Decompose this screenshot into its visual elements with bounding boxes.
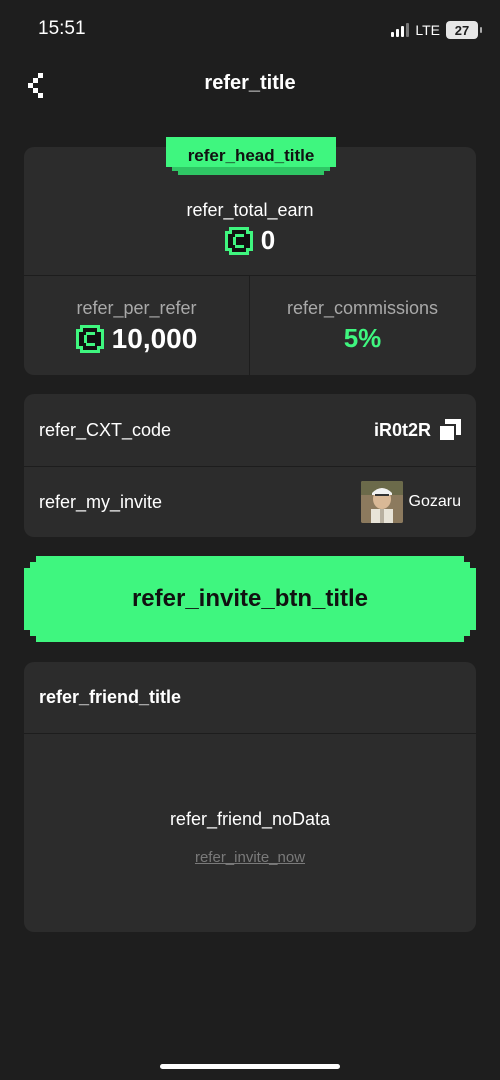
network-type: LTE [415,22,440,38]
copy-icon[interactable] [439,419,461,441]
code-value: iR0t2R [373,419,431,440]
status-bar: 15:51 LTE 27 [0,0,500,60]
earnings-card: refer_head_title refer_total_earn 0 refe… [24,137,476,375]
head-title: refer_head_title [187,146,315,165]
total-earn-label: refer_total_earn [186,200,314,220]
commissions-value: 5% [343,323,382,353]
inviter: Gozaru [360,481,461,523]
per-refer-label: refer_per_refer [76,298,197,318]
status-time: 15:51 [38,18,86,39]
status-indicators: LTE 27 [391,20,482,40]
divider [24,733,476,734]
battery-level: 27 [454,22,470,38]
invite-button[interactable]: refer_invite_btn_title [24,556,476,642]
my-invite-label: refer_my_invite [39,491,163,512]
coin-icon [224,226,253,255]
my-invite-row: refer_my_invite Gozaru [24,466,476,538]
friends-title: refer_friend_title [39,687,182,707]
code-row: refer_CXT_code iR0t2R [24,394,476,466]
page-title: refer_title [204,72,296,94]
code-card: refer_CXT_code iR0t2R refer_my_invite Go… [24,394,476,537]
inviter-name: Gozaru [408,493,461,510]
invite-now-link[interactable]: refer_invite_now [24,849,476,866]
inviter-avatar [360,481,403,523]
total-earn-amount: 0 [260,225,276,255]
battery-icon: 27 [446,21,482,39]
code-label: refer_CXT_code [39,419,172,440]
commissions-label: refer_commissions [286,298,439,318]
total-earn-value: 0 [24,225,476,256]
invite-button-label: refer_invite_btn_title [131,585,369,612]
per-refer-stat: refer_per_refer 10,000 [24,275,249,375]
friends-card: refer_friend_title refer_friend_noData r… [24,662,476,932]
empty-state-text: refer_friend_noData [169,809,331,829]
signal-icon [391,23,410,37]
head-title-tag: refer_head_title [166,137,336,179]
commissions-stat: refer_commissions 5% [250,275,475,375]
per-refer-value: 10,000 [111,323,198,354]
coin-icon [75,325,104,353]
copy-code-button[interactable]: iR0t2R [374,419,461,441]
home-indicator[interactable] [160,1064,340,1069]
